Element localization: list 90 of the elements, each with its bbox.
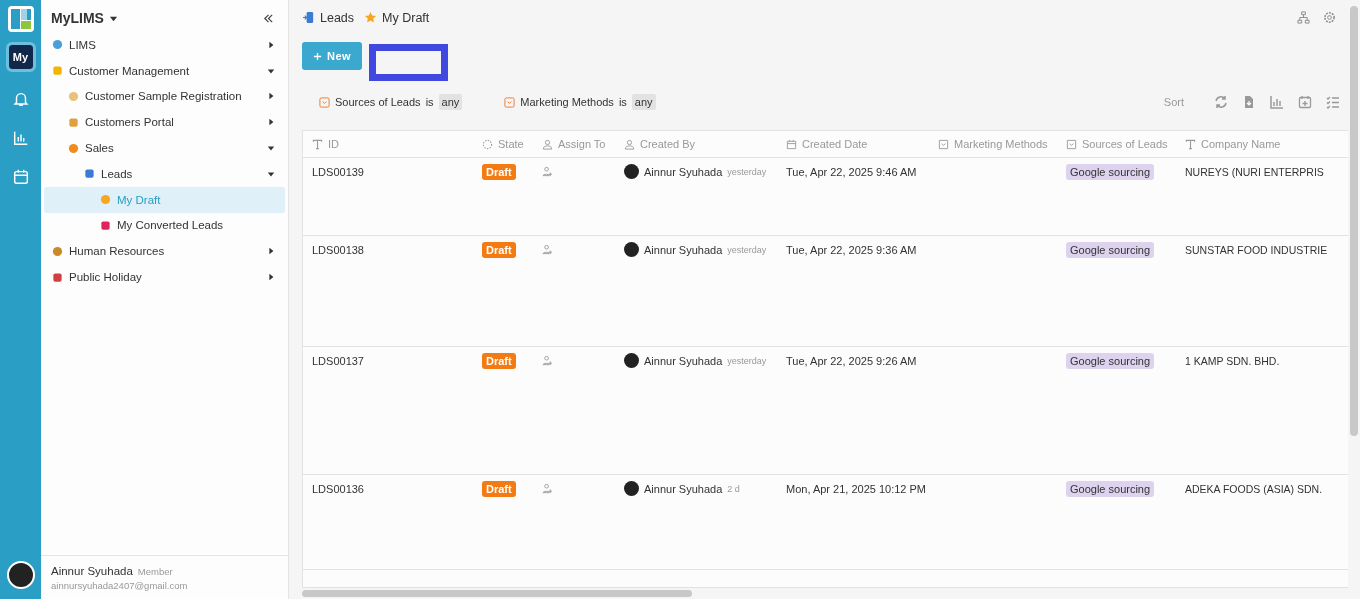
sidebar-item[interactable]: My Converted Leads — [44, 212, 285, 239]
app-logo-icon[interactable] — [6, 5, 35, 33]
company-name: 1 KAMP SDN. BHD. — [1185, 355, 1280, 367]
creator-name: Ainnur Syuhada — [644, 483, 723, 495]
lead-id: LDS00136 — [312, 483, 364, 495]
caret-icon[interactable] — [267, 247, 275, 256]
source-tag: Google sourcing — [1066, 481, 1155, 497]
filter-value[interactable]: any — [631, 94, 656, 110]
add-person-icon[interactable] — [542, 483, 553, 494]
state-badge: Draft — [482, 164, 516, 180]
relative-time: yesterday — [727, 245, 767, 255]
hierarchy-icon[interactable] — [1297, 11, 1310, 24]
created-date: Tue, Apr 22, 2025 9:26 AM — [786, 355, 917, 367]
sidebar-item[interactable]: Customer Management — [44, 57, 285, 84]
user-avatar[interactable] — [6, 561, 35, 589]
lead-id: LDS00137 — [312, 355, 364, 367]
source-tag: Google sourcing — [1066, 164, 1155, 180]
relative-time: yesterday — [727, 356, 767, 366]
caret-icon[interactable] — [267, 273, 275, 282]
dropdown-type-icon — [504, 96, 516, 108]
sidebar-item[interactable]: Public Holiday — [44, 264, 285, 290]
person-icon — [624, 138, 635, 150]
caret-icon[interactable] — [267, 92, 275, 101]
relative-time: 2 d — [727, 484, 740, 494]
user-name: Ainnur Syuhada — [51, 565, 133, 577]
source-tag: Google sourcing — [1066, 242, 1155, 258]
state-badge: Draft — [482, 353, 516, 369]
source-tag: Google sourcing — [1066, 353, 1155, 369]
add-person-icon[interactable] — [542, 244, 553, 255]
calendar-add-icon[interactable] — [1298, 95, 1312, 109]
user-email: ainnursyuhada2407@gmail.com — [51, 580, 189, 591]
status-icon — [482, 138, 493, 150]
sidebar-item[interactable]: Customers Portal — [44, 109, 285, 136]
caret-icon[interactable] — [267, 144, 275, 153]
filter-field[interactable]: Sources of Leads — [335, 96, 421, 108]
caret-icon[interactable] — [267, 118, 275, 127]
state-badge: Draft — [482, 481, 516, 497]
company-name: NUREYS (NURI ENTERPRIS — [1185, 166, 1324, 178]
filter-operator[interactable]: is — [425, 96, 434, 108]
dropdown-type-icon — [319, 96, 330, 108]
user-avatar — [624, 242, 639, 257]
user-avatar — [624, 481, 639, 496]
add-person-icon[interactable] — [542, 355, 553, 366]
company-name: SUNSTAR FOOD INDUSTRIE — [1185, 244, 1328, 256]
text-type-icon — [312, 138, 323, 150]
collapse-icon[interactable] — [263, 12, 274, 24]
settings-icon[interactable] — [1323, 11, 1336, 24]
add-person-icon[interactable] — [542, 166, 553, 177]
file-download-icon[interactable] — [1242, 95, 1256, 109]
breadcrumb-link[interactable]: Leads — [320, 10, 355, 25]
scrollbar-thumb[interactable] — [1350, 6, 1358, 436]
text-type-icon — [1185, 138, 1196, 150]
relative-time: yesterday — [727, 167, 767, 177]
sidebar-item[interactable]: Sales — [44, 135, 285, 161]
state-badge: Draft — [482, 242, 516, 258]
sidebar-item[interactable]: Leads — [44, 161, 285, 187]
workspace-button[interactable]: My — [8, 45, 33, 69]
filter-operator[interactable]: is — [618, 96, 627, 108]
refresh-icon[interactable] — [1214, 95, 1228, 109]
user-avatar — [624, 353, 639, 368]
filter-field[interactable]: Marketing Methods — [520, 96, 614, 108]
sidebar-item[interactable]: LIMS — [44, 32, 285, 58]
creator-name: Ainnur Syuhada — [644, 355, 723, 367]
bar-chart-icon[interactable] — [11, 129, 30, 147]
breadcrumb-current: My Draft — [382, 10, 430, 25]
user-avatar — [624, 164, 639, 179]
caret-icon[interactable] — [267, 40, 275, 49]
lead-id: LDS00138 — [312, 244, 364, 256]
caret-icon[interactable] — [267, 66, 275, 75]
created-date: Mon, Apr 21, 2025 10:12 PM — [786, 483, 927, 495]
lead-id: LDS00139 — [312, 166, 364, 178]
dropdown-type-icon — [938, 138, 949, 150]
company-name: ADEKA FOODS (ASIA) SDN. — [1185, 483, 1323, 495]
sidebar-item[interactable]: Human Resources — [44, 238, 285, 265]
created-date: Tue, Apr 22, 2025 9:36 AM — [786, 244, 917, 256]
dropdown-type-icon — [1066, 138, 1077, 150]
user-role: Member — [137, 566, 173, 577]
creator-name: Ainnur Syuhada — [644, 244, 723, 256]
scrollbar-thumb[interactable] — [302, 590, 692, 597]
app-title[interactable]: MyLIMS — [51, 10, 104, 26]
sidebar-item[interactable]: Customer Sample Registration — [44, 83, 285, 110]
creator-name: Ainnur Syuhada — [644, 166, 723, 178]
created-date: Tue, Apr 22, 2025 9:46 AM — [786, 166, 917, 178]
bar-chart-icon[interactable] — [1270, 95, 1284, 109]
plus-icon — [313, 51, 322, 61]
caret-icon[interactable] — [267, 169, 275, 178]
person-icon — [542, 138, 553, 150]
checklist-icon[interactable] — [1326, 95, 1340, 109]
filter-value[interactable]: any — [438, 94, 463, 110]
bell-icon[interactable] — [11, 90, 30, 108]
